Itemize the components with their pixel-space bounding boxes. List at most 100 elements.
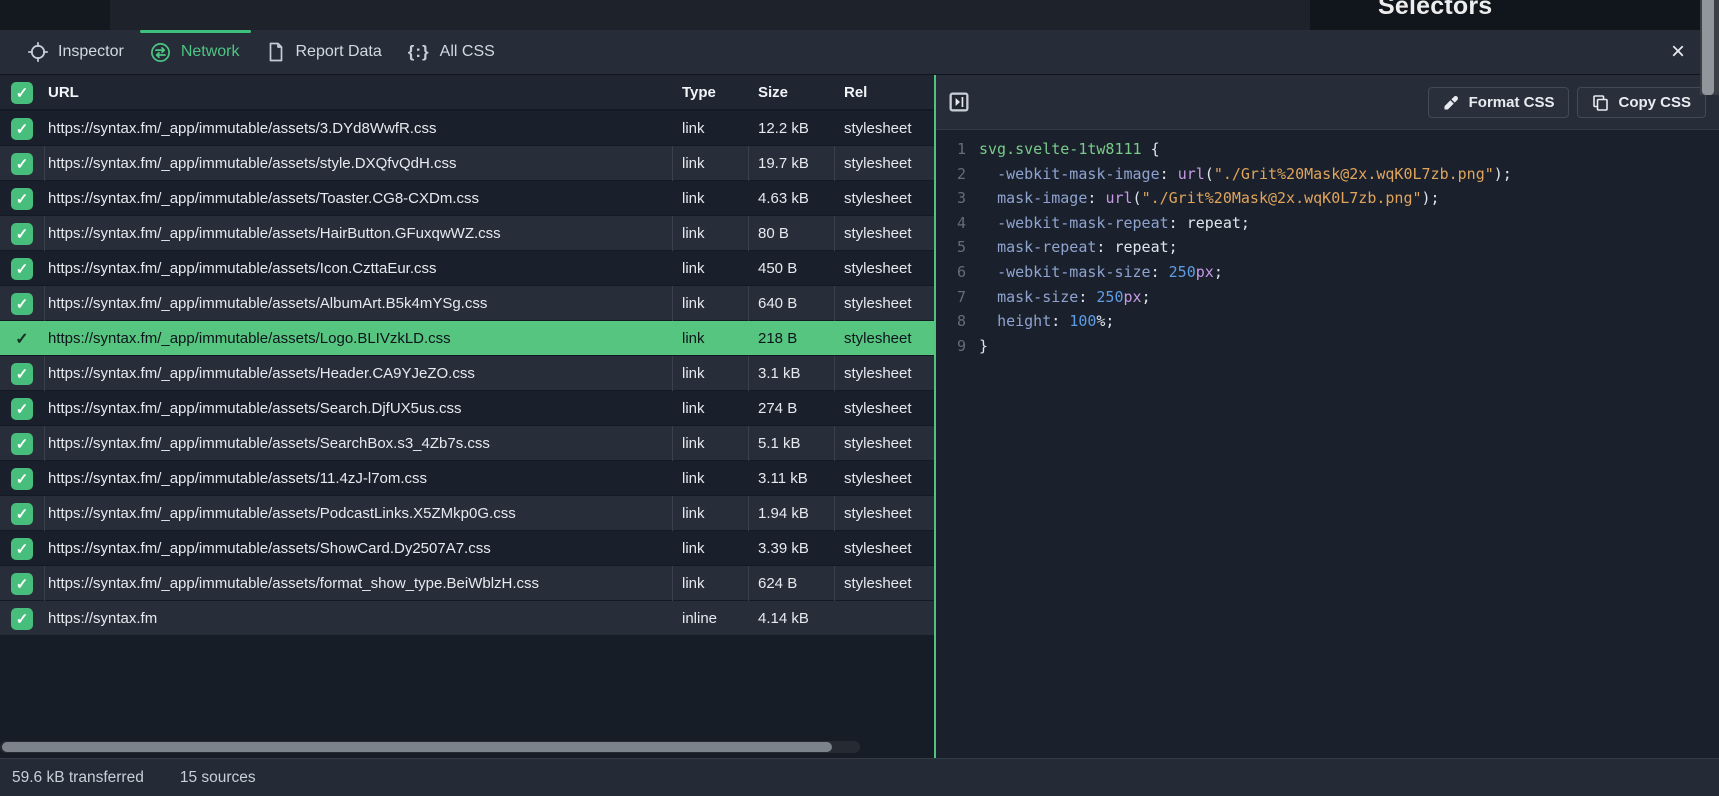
row-rel: stylesheet [834, 146, 934, 181]
table-row[interactable]: ✓https://syntax.fm/_app/immutable/assets… [0, 110, 934, 145]
horizontal-scrollbar[interactable] [0, 741, 860, 753]
row-checkbox[interactable]: ✓ [11, 503, 33, 525]
row-url: https://syntax.fm/_app/immutable/assets/… [44, 356, 672, 391]
code-token: "./Grit%20Mask@2x.wqK0L7zb.png" [1142, 189, 1422, 207]
row-checkbox[interactable]: ✓ [15, 329, 28, 349]
table-row[interactable]: ✓https://syntax.fm/_app/immutable/assets… [0, 285, 934, 320]
code-token: 250 [1169, 263, 1196, 281]
row-type: link [672, 286, 748, 321]
table-row[interactable]: ✓https://syntax.fm/_app/immutable/assets… [0, 390, 934, 425]
row-check-cell: ✓ [0, 251, 44, 286]
row-type: link [672, 321, 748, 356]
row-checkbox[interactable]: ✓ [11, 293, 33, 315]
page-scrollbar[interactable] [1700, 0, 1719, 95]
table-row[interactable]: ✓ https://syntax.fm/_app/immutable/assets… [0, 180, 934, 215]
line-number: 6 [950, 260, 966, 285]
row-checkbox[interactable]: ✓ [11, 468, 33, 490]
code-token: ; [1241, 214, 1250, 232]
code-token: svg.svelte-1tw8111 [979, 140, 1142, 158]
line-number: 3 [950, 186, 966, 211]
code-token: height [997, 312, 1051, 330]
row-checkbox[interactable]: ✓ [11, 153, 33, 175]
row-type: link [672, 251, 748, 286]
code-token: ( [1205, 165, 1214, 183]
table-row[interactable]: ✓https://syntax.fm/_app/immutable/assets… [0, 320, 934, 355]
row-checkbox[interactable]: ✓ [11, 188, 33, 210]
table-row[interactable]: ✓https://syntax.fm/_app/immutable/assets… [0, 530, 934, 565]
table-row[interactable]: ✓https://syntax.fm/_app/immutable/assets… [0, 215, 934, 250]
braces-icon: {:} [408, 42, 430, 62]
code-line: 4 -webkit-mask-repeat: repeat; [950, 211, 1719, 236]
code-token: mask-repeat [997, 238, 1096, 256]
code-token: ; [1214, 263, 1223, 281]
row-size: 274 B [748, 391, 834, 426]
table-row[interactable]: ✓https://syntax.fm/_app/immutable/assets… [0, 145, 934, 180]
row-checkbox[interactable]: ✓ [11, 573, 33, 595]
code-token: repeat [1187, 214, 1241, 232]
copy-css-button[interactable]: Copy CSS [1577, 87, 1706, 118]
row-checkbox[interactable]: ✓ [11, 398, 33, 420]
table-row[interactable]: ✓ https://syntax.fm/_app/immutable/assets… [0, 460, 934, 495]
row-checkbox[interactable]: ✓ [11, 433, 33, 455]
table-row[interactable]: ✓https://syntax.fm/_app/immutable/assets… [0, 495, 934, 530]
tab-network[interactable]: Network [139, 30, 251, 75]
close-button[interactable]: × [1665, 39, 1691, 65]
code-token: url [1178, 165, 1205, 183]
code-token: : [1051, 312, 1069, 330]
row-rel: stylesheet [834, 426, 934, 461]
row-check-cell: ✓ [0, 321, 44, 356]
row-url: https://syntax.fm/_app/immutable/assets/… [44, 461, 672, 496]
row-check-cell: ✓ [0, 601, 44, 636]
code-token [979, 238, 997, 256]
header-url: URL [44, 75, 672, 110]
css-code-viewer[interactable]: 1svg.svelte-1tw8111 {2 -webkit-mask-imag… [936, 130, 1719, 758]
table-row[interactable]: ✓https://syntax.fminline4.14 kB [0, 600, 934, 635]
table-row[interactable]: ✓https://syntax.fm/_app/immutable/assets… [0, 250, 934, 285]
row-url: https://syntax.fm/_app/immutable/assets/… [44, 181, 672, 216]
row-check-cell: ✓ [0, 531, 44, 566]
line-number: 1 [950, 137, 966, 162]
row-checkbox[interactable]: ✓ [11, 363, 33, 385]
code-line: 8 height: 100%; [950, 309, 1719, 334]
row-check-cell: ✓ [0, 391, 44, 426]
row-type: link [672, 391, 748, 426]
row-size: 624 B [748, 566, 834, 601]
row-check-cell: ✓ [0, 461, 44, 496]
row-checkbox[interactable]: ✓ [11, 223, 33, 245]
row-check-cell: ✓ [0, 181, 44, 216]
code-token: ; [1142, 288, 1151, 306]
tab-report-data[interactable]: Report Data [255, 30, 393, 75]
backdrop-segment [1310, 0, 1719, 30]
horizontal-scrollbar-thumb[interactable] [2, 742, 832, 752]
row-checkbox[interactable]: ✓ [11, 118, 33, 140]
code-token: : [1151, 263, 1169, 281]
page-scrollbar-thumb[interactable] [1702, 0, 1714, 95]
table-row[interactable]: ✓https://syntax.fm/_app/immutable/assets… [0, 425, 934, 460]
header-size: Size [748, 75, 834, 110]
code-token: -webkit-mask-image [997, 165, 1160, 183]
row-size: 1.94 kB [748, 496, 834, 531]
table-row[interactable]: ✓https://syntax.fm/_app/immutable/assets… [0, 565, 934, 600]
row-rel: stylesheet [834, 111, 934, 146]
row-checkbox[interactable]: ✓ [11, 608, 33, 630]
format-css-button[interactable]: Format CSS [1428, 87, 1570, 118]
network-panel: ✓ URL Type Size Rel ✓https://syntax.fm/_… [0, 75, 936, 758]
row-checkbox[interactable]: ✓ [11, 258, 33, 280]
row-check-cell: ✓ [0, 286, 44, 321]
row-rel: stylesheet [834, 251, 934, 286]
row-checkbox[interactable]: ✓ [11, 538, 33, 560]
tab-inspector[interactable]: Inspector [17, 30, 135, 75]
row-type: link [672, 461, 748, 496]
row-url: https://syntax.fm [44, 601, 672, 636]
code-token: url [1105, 189, 1132, 207]
backdrop-segment [0, 0, 110, 30]
table-row[interactable]: ✓ https://syntax.fm/_app/immutable/assets… [0, 355, 934, 390]
code-line: 2 -webkit-mask-image: url("./Grit%20Mask… [950, 162, 1719, 187]
tab-all-css[interactable]: {:} All CSS [397, 30, 506, 75]
row-size: 4.14 kB [748, 601, 834, 636]
code-line: 7 mask-size: 250px; [950, 285, 1719, 310]
select-all-checkbox[interactable]: ✓ [11, 82, 33, 104]
row-rel: stylesheet [834, 181, 934, 216]
code-line: 1svg.svelte-1tw8111 { [950, 137, 1719, 162]
panel-toggle-icon[interactable] [949, 92, 969, 112]
